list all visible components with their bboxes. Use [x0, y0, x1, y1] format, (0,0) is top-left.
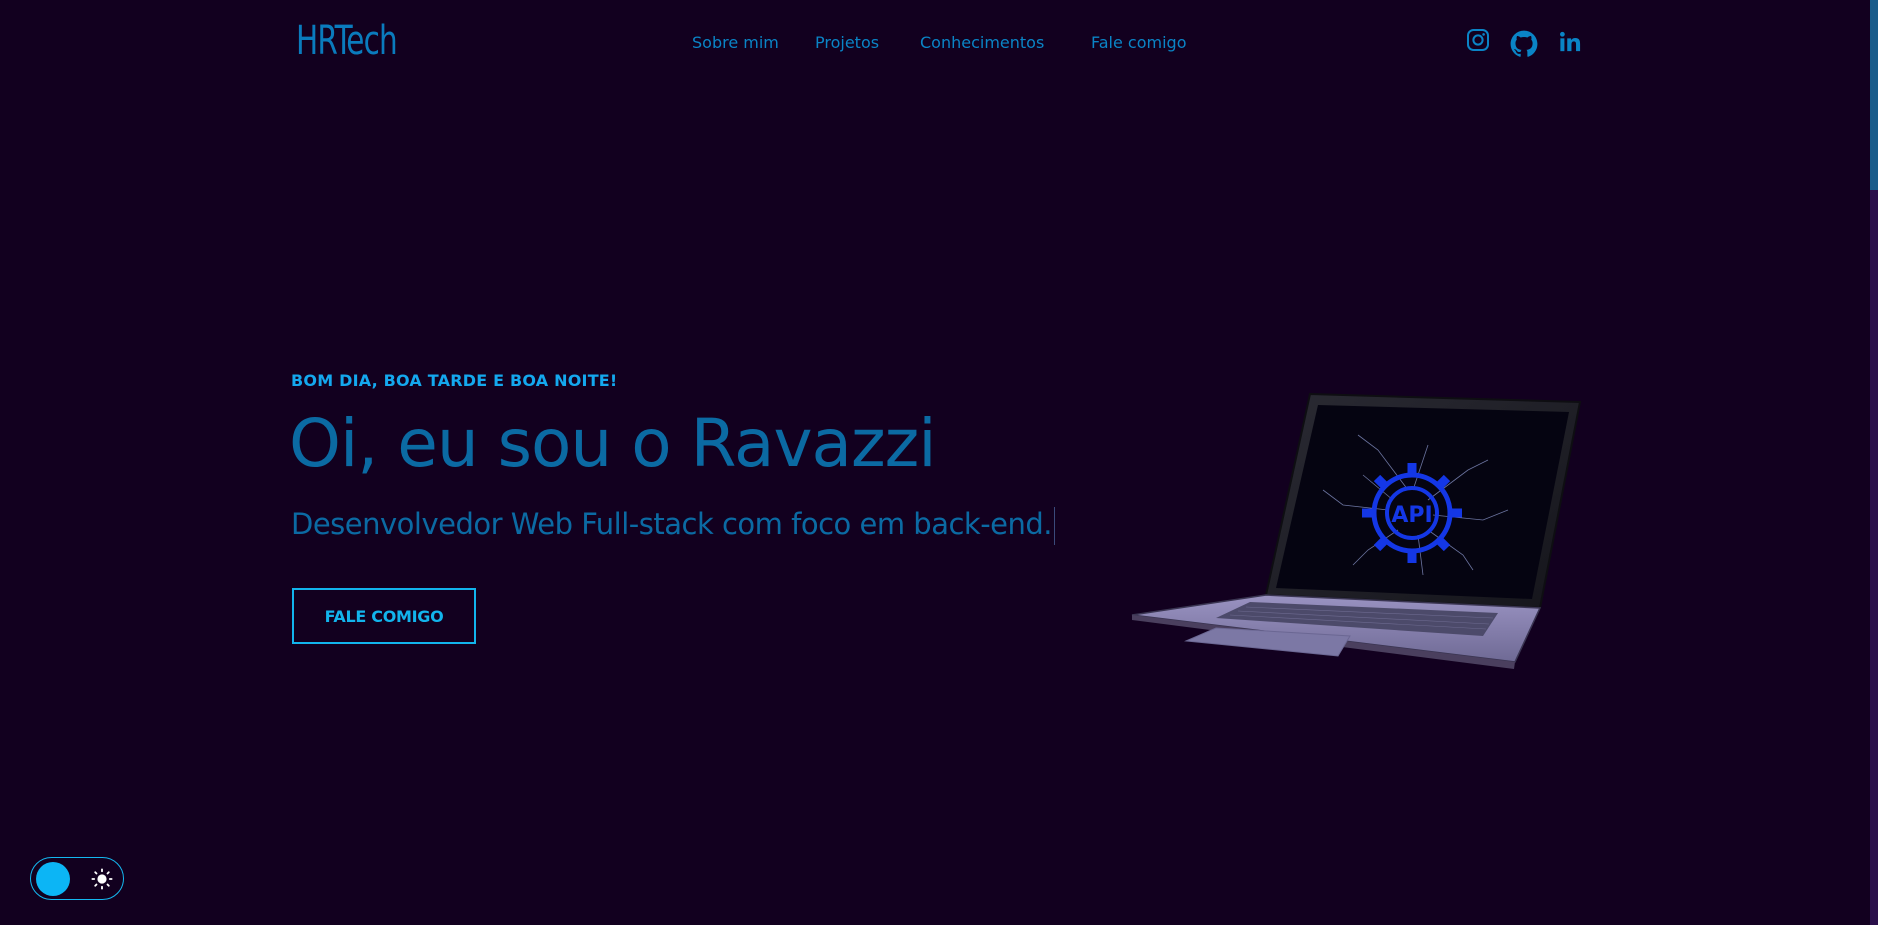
- hero-subtitle: Desenvolvedor Web Full-stack com foco em…: [291, 507, 1053, 541]
- page: HRTech Sobre mim Projetos Conhecimentos …: [0, 0, 1878, 925]
- nav-link-fale-comigo[interactable]: Fale comigo: [1091, 33, 1186, 52]
- typing-caret: [1054, 507, 1056, 545]
- hero-greeting: BOM DIA, BOA TARDE E BOA NOITE!: [291, 371, 618, 390]
- contact-button[interactable]: FALE COMIGO: [292, 588, 476, 644]
- hero-subtitle-wrapper: Desenvolvedor Web Full-stack com foco em…: [291, 507, 1056, 545]
- site-logo[interactable]: HRTech: [296, 18, 398, 64]
- sun-icon: [91, 868, 113, 890]
- theme-toggle-knob: [36, 862, 70, 896]
- linkedin-icon[interactable]: [1559, 31, 1581, 53]
- nav-link-sobre-mim[interactable]: Sobre mim: [692, 33, 779, 52]
- page-scrollbar[interactable]: [1870, 0, 1878, 925]
- nav-link-conhecimentos[interactable]: Conhecimentos: [920, 33, 1044, 52]
- laptop-screen-label: API: [1391, 503, 1432, 528]
- nav-link-projetos[interactable]: Projetos: [815, 33, 879, 52]
- scrollbar-thumb[interactable]: [1870, 0, 1878, 190]
- instagram-icon[interactable]: [1466, 28, 1490, 52]
- laptop-illustration: API: [1131, 392, 1582, 669]
- hero-title: Oi, eu sou o Ravazzi: [289, 405, 937, 482]
- github-icon[interactable]: [1510, 30, 1538, 58]
- theme-toggle[interactable]: [30, 857, 124, 900]
